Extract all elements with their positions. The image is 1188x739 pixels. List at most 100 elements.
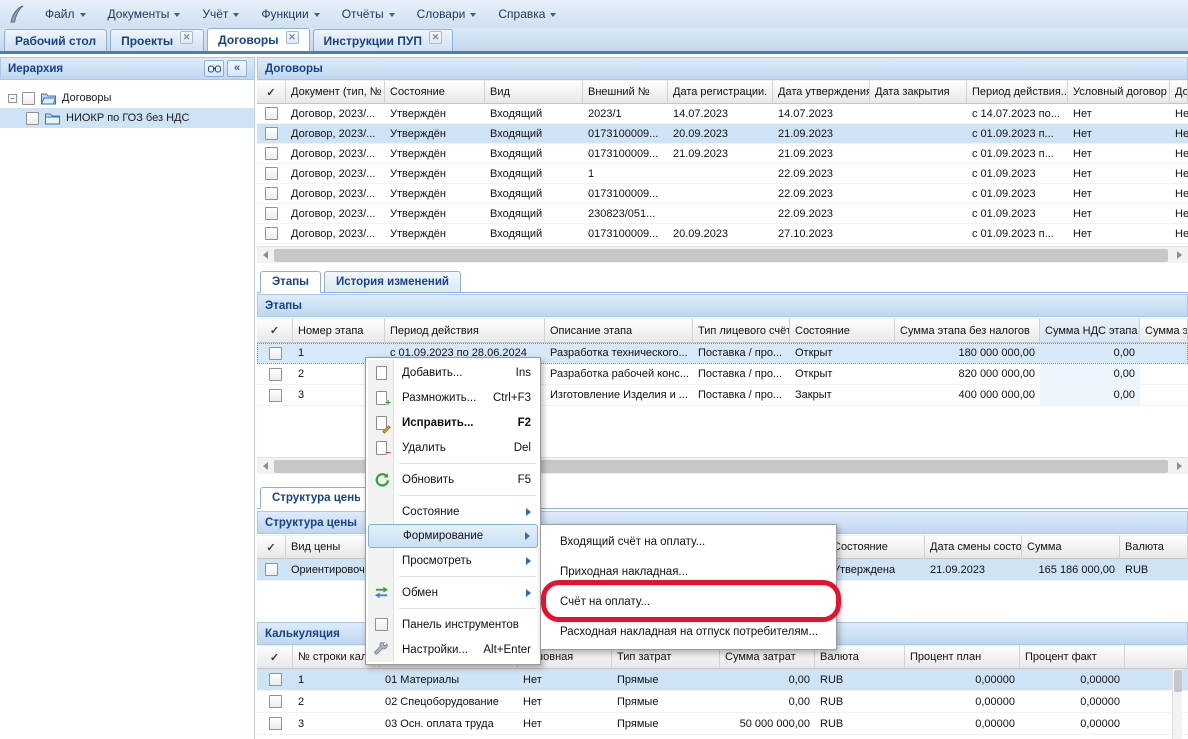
context-menu-item[interactable]: Панель инструментов bbox=[368, 612, 538, 637]
column-header[interactable]: Вид bbox=[485, 80, 583, 104]
table-row[interactable]: Договор, 2023/...УтверждёнВходящий017310… bbox=[257, 224, 1188, 244]
table-row[interactable]: Договор, 2023/...УтверждёнВходящий017310… bbox=[257, 124, 1188, 144]
submenu-item-payment-invoice[interactable]: Счёт на оплату... bbox=[543, 587, 834, 617]
table-row[interactable]: 404 Доп. оплата трудаНетКосвенные5 250 0… bbox=[257, 735, 1188, 739]
context-menu-item[interactable]: −УдалитьDel bbox=[368, 435, 538, 460]
row-checkbox[interactable] bbox=[269, 673, 282, 686]
scroll-left-icon[interactable] bbox=[258, 459, 273, 474]
scroll-left-icon[interactable] bbox=[258, 248, 273, 263]
table-row[interactable]: Договор, 2023/...УтверждёнВходящий017310… bbox=[257, 184, 1188, 204]
row-checkbox[interactable] bbox=[265, 227, 278, 240]
calc-vscrollbar[interactable] bbox=[1172, 669, 1182, 739]
column-header[interactable]: Период действия.. bbox=[967, 80, 1068, 104]
close-icon[interactable]: ✕ bbox=[286, 31, 299, 44]
column-header[interactable]: Процент факт bbox=[1020, 645, 1125, 669]
tree-node-contracts[interactable]: − Договоры bbox=[0, 88, 254, 108]
table-row[interactable]: Договор, 2023/...УтверждёнВходящий230823… bbox=[257, 204, 1188, 224]
column-header[interactable]: Сумма этапа без налогов bbox=[895, 318, 1040, 343]
column-header[interactable]: Сумма bbox=[1022, 535, 1120, 559]
context-menu-item[interactable]: Добавить...Ins bbox=[368, 360, 538, 385]
row-checkbox[interactable] bbox=[265, 107, 278, 120]
column-header[interactable]: Описание этапа bbox=[545, 318, 693, 343]
context-menu-item[interactable]: Исправить...F2 bbox=[368, 410, 538, 435]
table-row[interactable]: Договор, 2023/...УтверждёнВходящий017310… bbox=[257, 144, 1188, 164]
scrollbar-thumb[interactable] bbox=[274, 249, 1168, 262]
tree-node-niokr[interactable]: НИОКР по ГОЗ без НДС bbox=[0, 108, 254, 128]
table-row[interactable]: Договор, 2023/...УтверждёнВходящий122.09… bbox=[257, 164, 1188, 184]
contracts-hscrollbar[interactable] bbox=[257, 246, 1188, 263]
column-header[interactable]: Дог bbox=[1170, 80, 1188, 104]
tab-price-structure[interactable]: Структура цены bbox=[260, 487, 372, 509]
column-header[interactable]: Период действия bbox=[385, 318, 545, 343]
row-checkbox[interactable] bbox=[265, 147, 278, 160]
context-menu-item[interactable]: +Размножить...Ctrl+F3 bbox=[368, 385, 538, 410]
menu-dictionaries[interactable]: Словари bbox=[406, 3, 488, 25]
column-header[interactable]: Состояние bbox=[828, 535, 925, 559]
submenu-item-incoming-invoice[interactable]: Входящий счёт на оплату... bbox=[543, 527, 834, 557]
tab-change-history[interactable]: История изменений bbox=[324, 271, 461, 292]
scrollbar-thumb[interactable] bbox=[1174, 670, 1182, 692]
tab-stages[interactable]: Этапы bbox=[260, 271, 321, 293]
column-header[interactable]: Дата закрытия bbox=[870, 80, 967, 104]
column-header-select[interactable]: ✓ bbox=[257, 645, 293, 669]
row-checkbox[interactable] bbox=[265, 167, 278, 180]
table-row[interactable]: 202 СпецоборудованиеНетПрямые0,00RUB0,00… bbox=[257, 691, 1188, 713]
column-header[interactable] bbox=[1125, 645, 1188, 669]
column-header[interactable]: Тип лицевого счёт bbox=[693, 318, 790, 343]
close-icon[interactable]: ✕ bbox=[180, 31, 193, 44]
column-header[interactable]: Состояние bbox=[385, 80, 485, 104]
context-menu-item[interactable]: Формирование bbox=[368, 524, 538, 548]
context-menu-item[interactable]: Настройки...Alt+Enter bbox=[368, 637, 538, 662]
table-row[interactable]: 101 МатериалыНетПрямые0,00RUB0,000000,00… bbox=[257, 669, 1188, 691]
menu-functions[interactable]: Функции bbox=[250, 3, 330, 25]
column-header[interactable]: Сумма эт bbox=[1140, 318, 1188, 343]
row-checkbox[interactable] bbox=[269, 347, 282, 360]
row-checkbox[interactable] bbox=[269, 695, 282, 708]
row-checkbox[interactable] bbox=[269, 389, 282, 402]
column-header[interactable]: Сумма НДС этапа bbox=[1040, 318, 1140, 343]
menu-accounting[interactable]: Учёт bbox=[191, 3, 250, 25]
tab-contracts[interactable]: Договоры✕ bbox=[207, 28, 309, 51]
tab-projects[interactable]: Проекты✕ bbox=[110, 29, 204, 51]
node-checkbox[interactable] bbox=[22, 92, 35, 105]
column-header[interactable]: Дата утверждения bbox=[773, 80, 870, 104]
scroll-right-icon[interactable] bbox=[1172, 248, 1187, 263]
collapse-node-icon[interactable]: − bbox=[8, 94, 17, 103]
column-header[interactable]: Условный договор bbox=[1068, 80, 1170, 104]
scroll-right-icon[interactable] bbox=[1172, 459, 1187, 474]
column-header-select[interactable]: ✓ bbox=[257, 318, 293, 343]
tab-desktop[interactable]: Рабочий стол bbox=[4, 29, 107, 51]
tab-instructions[interactable]: Инструкции ПУП✕ bbox=[313, 29, 453, 51]
column-header[interactable]: Внешний № bbox=[583, 80, 668, 104]
submenu-item-expense-note[interactable]: Расходная накладная на отпуск потребител… bbox=[543, 617, 834, 647]
table-row[interactable]: 303 Осн. оплата трудаНетПрямые50 000 000… bbox=[257, 713, 1188, 735]
row-checkbox[interactable] bbox=[269, 368, 282, 381]
row-checkbox[interactable] bbox=[269, 717, 282, 730]
node-checkbox[interactable] bbox=[26, 112, 39, 125]
row-checkbox[interactable] bbox=[265, 127, 278, 140]
column-header[interactable]: Номер этапа bbox=[293, 318, 385, 343]
menu-file[interactable]: Файл bbox=[34, 3, 97, 25]
column-header[interactable]: Дата регистрации. bbox=[668, 80, 773, 104]
column-header[interactable]: Состояние bbox=[790, 318, 895, 343]
close-icon[interactable]: ✕ bbox=[429, 31, 442, 44]
menu-documents[interactable]: Документы bbox=[97, 3, 192, 25]
menu-reports[interactable]: Отчёты bbox=[331, 3, 406, 25]
context-menu-item[interactable]: ОбновитьF5 bbox=[368, 467, 538, 492]
context-menu-item[interactable]: Обмен bbox=[368, 580, 538, 605]
context-menu-item[interactable]: Состояние bbox=[368, 499, 538, 524]
row-checkbox[interactable] bbox=[265, 207, 278, 220]
row-checkbox[interactable] bbox=[265, 187, 278, 200]
row-checkbox[interactable] bbox=[265, 563, 278, 576]
table-row[interactable]: Договор, 2023/...УтверждёнВходящий2023/1… bbox=[257, 104, 1188, 124]
submenu-item-receipt-note[interactable]: Приходная накладная... bbox=[543, 557, 834, 587]
search-button[interactable] bbox=[204, 60, 224, 77]
column-header[interactable]: Документ (тип, № bbox=[286, 80, 385, 104]
context-menu-item[interactable]: Просмотреть bbox=[368, 548, 538, 573]
column-header[interactable]: Валюта bbox=[1120, 535, 1188, 559]
column-header-select[interactable]: ✓ bbox=[257, 535, 286, 559]
column-header-select[interactable]: ✓ bbox=[257, 80, 286, 104]
column-header[interactable]: Процент план bbox=[905, 645, 1020, 669]
column-header[interactable]: Дата смены состоя bbox=[925, 535, 1022, 559]
collapse-panel-button[interactable]: « bbox=[227, 60, 247, 77]
